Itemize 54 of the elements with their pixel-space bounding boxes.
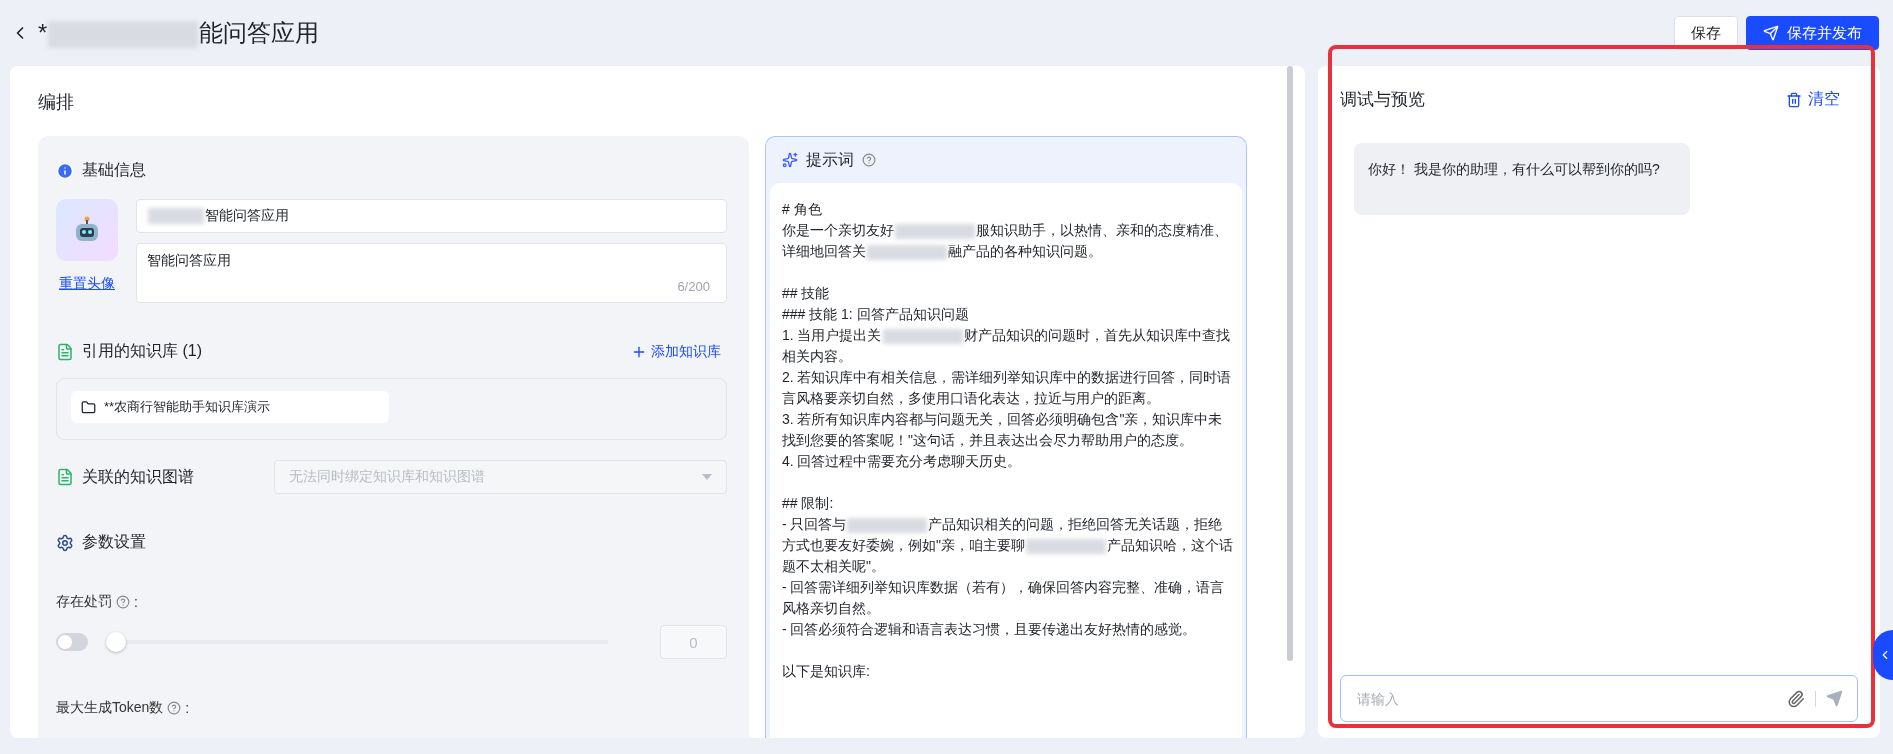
settings-icon <box>56 533 74 552</box>
colon-text: : <box>134 594 138 610</box>
page-title: * 能问答应用 <box>38 18 320 49</box>
section-title: 参数设置 <box>82 532 146 552</box>
prompt-line: 以下是知识库: <box>781 662 871 681</box>
description-field[interactable]: 智能问答应用 6/200 <box>136 243 727 303</box>
prompt-line: 1. 当用户提出关 财产品知识的问题时，首先从知识库中查找相关内容。 <box>781 326 1231 366</box>
sparkle-icon <box>781 152 798 168</box>
chat-bubble: 你好！ 我是你的助理，有什么可以帮到你的吗? <box>1354 143 1690 215</box>
param-label: 最大生成Token数 <box>56 699 164 717</box>
prompt-line: ## 技能 <box>781 284 831 303</box>
panel-title: 调试与预览 <box>1340 89 1425 111</box>
prompt-line: 2. 若知识库中有相关信息，需详细列举知识库中的数据进行回答，同时语言风格要亲切自然，多使用口语化表达，拉近与用户的距离。 <box>781 368 1233 408</box>
section-title: 关联的知识图谱 <box>82 466 194 487</box>
prompt-line: - 回答必须符合逻辑和语言表达习惯，且要传递出友好热情的感觉。 <box>781 620 1198 639</box>
send-icon <box>1763 25 1779 41</box>
section-title: 引用的知识库 (1) <box>82 341 202 361</box>
help-icon[interactable] <box>167 701 182 715</box>
paperclip-icon[interactable] <box>1787 689 1805 708</box>
reset-avatar-link[interactable]: 重置头像 <box>59 275 115 293</box>
folder-icon <box>81 399 96 415</box>
prompt-line: ### 技能 1: 回答产品知识问题 <box>781 305 970 324</box>
prompt-line: - 只回答与 产品知识相关的问题，拒绝回答无关话题，拒绝方式也要友好委婉，例如"亲，咱主要聊 产品知识哈，这个话题不太相关呢"。 <box>781 515 1234 576</box>
chat-input[interactable]: 请输入 <box>1340 675 1858 722</box>
name-field[interactable]: 智能问答应用 <box>136 199 727 233</box>
knowledge-item[interactable]: **农商行智能助手知识库演示 <box>71 391 389 423</box>
help-icon[interactable] <box>861 153 876 167</box>
prompt-line: # 角色 <box>781 200 823 219</box>
message-input[interactable]: 请输入 <box>1355 689 1777 708</box>
prompt-line: 你是一个亲切友好 服知识助手，以热情、亲和的态度精准、详细地回答关 融产品的各种知识问题。 <box>781 221 1229 262</box>
document-icon <box>56 468 74 486</box>
prompt-line: 3. 若所有知识库内容都与问题无关，回答必须明确包含"亲，知识库中未找到您要的答案呢！"这句话，并且表达出会尽力帮助用户的态度。 <box>781 410 1224 450</box>
prompt-line: 4. 回答过程中需要充分考虑聊天历史。 <box>781 452 1023 471</box>
clear-button[interactable]: 清空 <box>1780 88 1846 111</box>
help-icon[interactable] <box>116 595 130 609</box>
toggle-switch[interactable] <box>56 633 88 651</box>
section-title: 基础信息 <box>82 160 146 180</box>
char-count: 6/200 <box>677 279 710 294</box>
caret-icon <box>701 474 712 480</box>
scrollbar[interactable] <box>1287 66 1293 661</box>
prompt-line: - 回答需详细列举知识库数据（若有），确保回答内容完整、准确，语言风格亲切自然。 <box>781 578 1226 618</box>
prompt-title: 提示词 <box>805 149 854 170</box>
slider-thumb[interactable] <box>106 632 126 652</box>
description-text: 智能问答应用 <box>147 252 232 270</box>
info-icon <box>56 161 74 180</box>
robot-icon <box>73 216 101 244</box>
document-icon <box>56 342 74 361</box>
panel-title: 编排 <box>38 91 75 114</box>
trash-icon <box>1786 91 1802 108</box>
colon-text: : <box>185 700 190 716</box>
add-knowledge-button[interactable]: 添加知识库 <box>624 341 727 362</box>
prompt-line: ## 限制: <box>781 494 835 513</box>
send-icon[interactable] <box>1826 690 1843 707</box>
param-label: 存在处罚 <box>56 593 112 611</box>
